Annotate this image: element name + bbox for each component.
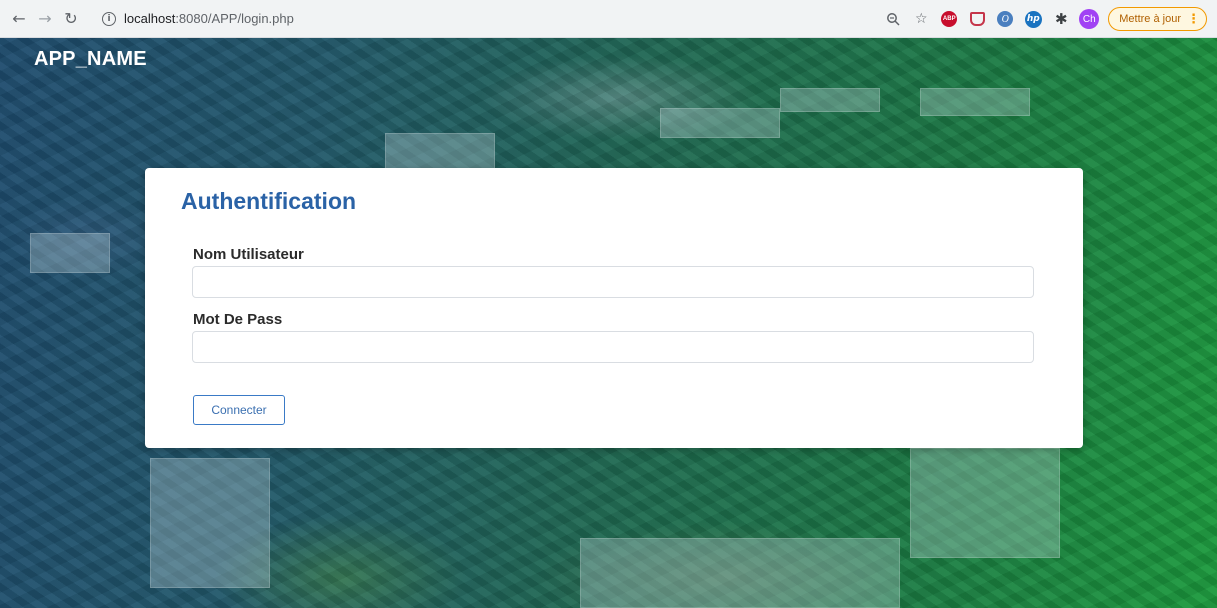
- menu-dots-icon: ⋮: [1187, 11, 1200, 27]
- background-building: [385, 133, 495, 173]
- url-host: localhost: [124, 11, 176, 26]
- password-input[interactable]: [192, 331, 1034, 363]
- background-building: [910, 448, 1060, 558]
- login-page: APP_NAME Authentification Nom Utilisateu…: [0, 38, 1217, 608]
- app-brand[interactable]: APP_NAME: [34, 48, 147, 71]
- hp-extension-icon[interactable]: hp: [1022, 8, 1044, 30]
- zoom-icon[interactable]: [882, 8, 904, 30]
- background-building: [660, 108, 780, 138]
- background-building: [920, 88, 1030, 116]
- extensions-puzzle-icon[interactable]: ✱: [1050, 8, 1072, 30]
- background-building: [150, 458, 270, 588]
- pocket-extension-icon[interactable]: [966, 8, 988, 30]
- update-button[interactable]: Mettre à jour ⋮: [1108, 7, 1207, 31]
- username-input[interactable]: [192, 266, 1034, 298]
- username-label: Nom Utilisateur: [193, 246, 304, 263]
- background-building: [580, 538, 900, 608]
- update-label: Mettre à jour: [1119, 13, 1181, 25]
- url-path: :8080/APP/login.php: [175, 11, 294, 26]
- page-title: Authentification: [181, 188, 357, 214]
- background-building: [30, 233, 110, 273]
- profile-avatar[interactable]: Ch: [1078, 8, 1100, 30]
- browser-toolbar: ← → ↻ i localhost:8080/APP/login.php ☆ A…: [0, 0, 1217, 38]
- back-arrow-icon[interactable]: ←: [8, 8, 30, 30]
- login-card: Authentification Nom Utilisateur Mot De …: [145, 168, 1083, 448]
- adblock-extension-icon[interactable]: ABP: [938, 8, 960, 30]
- blue-extension-icon[interactable]: O: [994, 8, 1016, 30]
- forward-arrow-icon[interactable]: →: [34, 8, 56, 30]
- info-icon[interactable]: i: [102, 11, 116, 26]
- address-bar[interactable]: i localhost:8080/APP/login.php: [92, 5, 852, 33]
- reload-icon[interactable]: ↻: [60, 8, 82, 30]
- background-building: [780, 88, 880, 112]
- connect-button[interactable]: Connecter: [193, 395, 285, 425]
- browser-actions: ☆ ABP O hp ✱ Ch Mettre à jour ⋮: [876, 0, 1207, 38]
- password-label: Mot De Pass: [193, 311, 283, 328]
- bookmark-star-icon[interactable]: ☆: [910, 8, 932, 30]
